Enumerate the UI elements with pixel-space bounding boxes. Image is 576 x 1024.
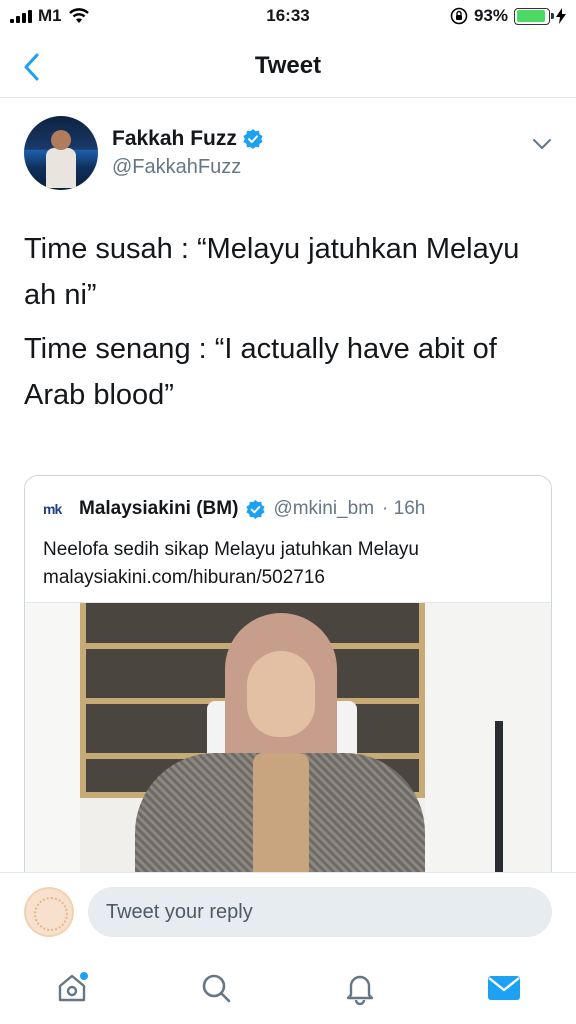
malaysiakini-logo: mk xyxy=(43,501,62,517)
author-handle[interactable]: @FakkahFuzz xyxy=(112,156,241,179)
orientation-lock-icon xyxy=(450,7,468,25)
search-icon xyxy=(202,974,231,1003)
reply-bar xyxy=(0,872,576,952)
author-avatar[interactable] xyxy=(24,116,98,190)
tweet-line: Time susah : “Melayu jatuhkan Melayu ah … xyxy=(24,233,520,311)
tab-search[interactable] xyxy=(192,964,240,1012)
user-avatar[interactable] xyxy=(24,887,74,937)
page-title: Tweet xyxy=(254,52,322,79)
battery-percent: 93% xyxy=(473,6,508,25)
quoted-text-line: Neelofa sedih sikap Melayu jatuhkan Mela… xyxy=(43,539,419,560)
quoted-link[interactable]: malaysiakini.com/hiburan/502716 xyxy=(43,564,543,592)
home-notification-dot xyxy=(80,972,88,980)
tweet-text: Time susah : “Melayu jatuhkan Melayu ah … xyxy=(24,226,554,426)
messages-icon xyxy=(488,976,520,1000)
quoted-handle: @mkini_bm xyxy=(273,498,375,519)
charging-icon xyxy=(556,8,566,24)
quoted-tweet-header: mk Malaysiakini (BM) @mkini_bm · 16h xyxy=(43,498,425,520)
quoted-tweet-photo[interactable] xyxy=(25,602,551,894)
battery-fill xyxy=(516,10,546,22)
nav-bar: Tweet xyxy=(0,36,576,98)
tweet-line: Time senang : “I actually have abit of A… xyxy=(24,333,497,411)
verified-badge-icon xyxy=(246,499,266,519)
tab-bar xyxy=(0,952,576,1024)
quoted-tweet-card[interactable]: mk Malaysiakini (BM) @mkini_bm · 16h Nee… xyxy=(24,475,552,895)
battery-group: 93% xyxy=(450,6,566,26)
author-display-name[interactable]: Fakkah Fuzz xyxy=(112,127,237,151)
author-name-row[interactable]: Fakkah Fuzz xyxy=(112,127,263,151)
tab-messages[interactable] xyxy=(480,964,528,1012)
quoted-tweet-text: Neelofa sedih sikap Melayu jatuhkan Mela… xyxy=(43,536,543,592)
reply-input[interactable] xyxy=(88,887,552,937)
notifications-icon xyxy=(346,975,374,1005)
tab-notifications[interactable] xyxy=(336,964,384,1012)
status-bar: M1 16:33 93% xyxy=(0,0,576,34)
quoted-display-name: Malaysiakini (BM) xyxy=(79,498,239,519)
tweet-options-button[interactable] xyxy=(526,130,558,158)
quoted-time: · 16h xyxy=(382,498,426,519)
verified-badge-icon xyxy=(243,129,263,149)
chevron-down-icon xyxy=(533,139,551,149)
battery-icon xyxy=(514,7,554,25)
tab-home[interactable] xyxy=(48,964,96,1012)
